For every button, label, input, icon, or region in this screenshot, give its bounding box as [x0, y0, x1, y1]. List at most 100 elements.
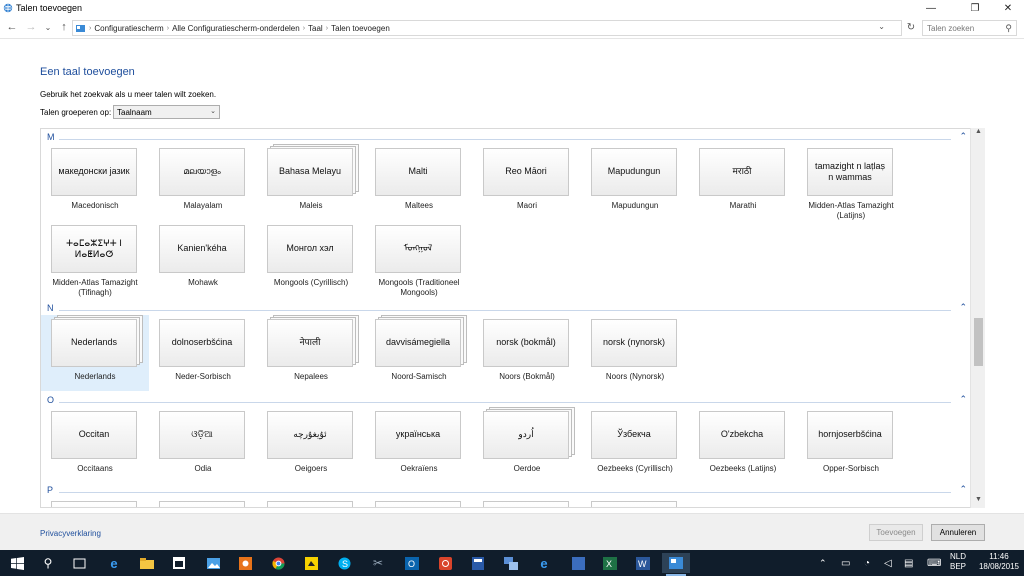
- minimize-button[interactable]: —: [917, 0, 945, 17]
- breadcrumb-language[interactable]: Taal: [305, 24, 326, 33]
- start-icon[interactable]: [3, 553, 31, 573]
- language-tile[interactable]: tamazight n laṭlaṣ n wammas Midden-Atlas …: [797, 144, 905, 220]
- scroll-thumb[interactable]: [974, 318, 983, 366]
- collapse-arrow-icon[interactable]: ⌃: [959, 302, 967, 313]
- language-tile[interactable]: O'zbekcha Oezbeeks (Latijns): [689, 407, 797, 483]
- breadcrumb-add-languages[interactable]: Talen toevoegen: [328, 24, 393, 33]
- language-name: Mongools (Traditioneel Mongools): [378, 278, 460, 297]
- address-dropdown-icon[interactable]: ⌄: [878, 22, 885, 31]
- language-tile[interactable]: ᠮᠣᠩᠭᠣᠯ Mongools (Traditioneel Mongools): [365, 221, 473, 297]
- word-icon[interactable]: W: [629, 553, 657, 573]
- excel-icon[interactable]: X: [596, 553, 624, 573]
- action-center-icon[interactable]: ▤: [904, 550, 913, 576]
- title-bar: Talen toevoegen — ❐ ✕: [0, 0, 1024, 17]
- recent-locations-button[interactable]: ⌄: [41, 20, 55, 34]
- cancel-button[interactable]: Annuleren: [931, 524, 985, 541]
- clock[interactable]: 11:46 18/08/2015: [976, 552, 1022, 572]
- language-tile[interactable]: ⵜⴰⵎⴰⵣⵉⵖⵜ ⵏ ⵍⴰⵟⵍⴰⵚ Midden-Atlas Tamazight …: [41, 221, 149, 297]
- collapse-arrow-icon[interactable]: ⌃: [959, 484, 967, 495]
- language-tile[interactable]: Kanien'kéha Mohawk: [149, 221, 257, 297]
- show-hidden-icons-icon[interactable]: ⌃: [819, 550, 827, 576]
- language-name: Maltees: [404, 201, 433, 210]
- scroll-up-arrow-icon[interactable]: ▲: [971, 128, 986, 140]
- device-icon[interactable]: ▭: [841, 550, 850, 576]
- internet-explorer-icon[interactable]: e: [530, 553, 558, 573]
- language-tile[interactable]: नेपाली Nepalees: [257, 315, 365, 391]
- language-tile[interactable]: Bahasa Melayu Maleis: [257, 144, 365, 220]
- collapse-arrow-icon[interactable]: ⌃: [959, 131, 967, 142]
- collapse-arrow-icon[interactable]: ⌃: [959, 394, 967, 405]
- app-yellow-icon[interactable]: [297, 553, 325, 573]
- photos-icon[interactable]: [199, 553, 227, 573]
- app-blue-icon[interactable]: [564, 553, 592, 573]
- forward-button[interactable]: →: [24, 20, 38, 34]
- volume-icon[interactable]: ◁: [884, 550, 892, 576]
- network-app-icon[interactable]: [497, 553, 525, 573]
- control-panel-taskbar-icon[interactable]: [662, 553, 690, 576]
- language-tile[interactable]: മലയാളം Malayalam: [149, 144, 257, 220]
- language-tile[interactable]: Reo Māori Maori: [473, 144, 581, 220]
- app-red-icon[interactable]: [431, 553, 459, 573]
- language-tile[interactable]: اُردو Oerdoe: [473, 407, 581, 483]
- keyboard-icon[interactable]: ⌨: [927, 550, 941, 576]
- input-language-code: NLD: [949, 552, 966, 561]
- language-tile-partial[interactable]: [473, 497, 581, 507]
- breadcrumb-control-panel[interactable]: Configuratiescherm: [91, 24, 166, 33]
- language-tile-box: [483, 501, 569, 507]
- language-tile[interactable]: Malti Maltees: [365, 144, 473, 220]
- language-tile[interactable]: ئۇيغۇرچە Oeigoers: [257, 407, 365, 483]
- store-icon[interactable]: [165, 553, 193, 573]
- language-tile-partial[interactable]: [149, 497, 257, 507]
- language-tile-partial[interactable]: [581, 497, 689, 507]
- calculator-icon[interactable]: [464, 553, 492, 573]
- language-tile[interactable]: dolnoserbšćina Neder-Sorbisch: [149, 315, 257, 391]
- file-explorer-icon[interactable]: [133, 553, 161, 573]
- language-tile[interactable]: norsk (nynorsk) Noors (Nynorsk): [581, 315, 689, 391]
- language-tile[interactable]: davvisámegiella Noord-Samisch: [365, 315, 473, 391]
- maximize-button[interactable]: ❐: [961, 0, 989, 17]
- network-icon[interactable]: ◔: [864, 550, 870, 576]
- refresh-button[interactable]: ↻: [904, 20, 918, 34]
- language-tile[interactable]: Mapudungun Mapudungun: [581, 144, 689, 220]
- edge-icon[interactable]: e: [100, 553, 128, 573]
- language-tile-partial[interactable]: [365, 497, 473, 507]
- language-native-name: українська: [375, 411, 461, 459]
- language-tile[interactable]: македонски јазик Macedonisch: [41, 144, 149, 220]
- search-placeholder: Talen zoeken: [927, 24, 975, 33]
- scroll-down-arrow-icon[interactable]: ▼: [971, 496, 986, 508]
- up-button[interactable]: ↑: [57, 20, 71, 34]
- search-icon[interactable]: ⚲: [34, 553, 62, 573]
- language-tile[interactable]: Ўзбекча Oezbeeks (Cyrillisch): [581, 407, 689, 483]
- task-view-icon[interactable]: [65, 553, 93, 573]
- skype-icon[interactable]: S: [330, 553, 358, 573]
- language-tile[interactable]: मराठी Marathi: [689, 144, 797, 220]
- add-button[interactable]: Toevoegen: [869, 524, 923, 541]
- outlook-icon[interactable]: O: [398, 553, 426, 573]
- language-tile-partial[interactable]: [41, 497, 149, 507]
- input-language[interactable]: NLD BEP: [947, 552, 969, 572]
- language-native-name: Kanien'kéha: [159, 225, 245, 273]
- vertical-scrollbar[interactable]: ▲ ▼: [970, 128, 985, 508]
- app-orange-icon[interactable]: [231, 553, 259, 573]
- privacy-link[interactable]: Privacyverklaring: [40, 529, 101, 538]
- language-tile[interactable]: hornjoserbšćina Opper-Sorbisch: [797, 407, 905, 483]
- language-tile[interactable]: Occitan Occitaans: [41, 407, 149, 483]
- language-tile[interactable]: norsk (bokmål) Noors (Bokmål): [473, 315, 581, 391]
- language-native-name: ᠮᠣᠩᠭᠣᠯ: [375, 225, 461, 273]
- back-button[interactable]: ←: [5, 20, 19, 34]
- group-by-select[interactable]: Taalnaam ⌄: [113, 105, 220, 119]
- search-icon[interactable]: ⚲: [1005, 23, 1012, 34]
- language-tile[interactable]: українська Oekraïens: [365, 407, 473, 483]
- language-name: Occitaans: [77, 464, 113, 473]
- close-button[interactable]: ✕: [994, 0, 1022, 17]
- language-tile[interactable]: Монгол хэл Mongools (Cyrillisch): [257, 221, 365, 297]
- language-tile[interactable]: Nederlands Nederlands: [41, 315, 149, 391]
- chrome-icon[interactable]: [264, 553, 292, 573]
- search-input[interactable]: Talen zoeken ⚲: [922, 20, 1017, 36]
- breadcrumb-all-items[interactable]: Alle Configuratiescherm-onderdelen: [169, 24, 303, 33]
- language-native-name: O'zbekcha: [699, 411, 785, 459]
- address-field[interactable]: › Configuratiescherm › Alle Configuratie…: [72, 20, 902, 36]
- language-tile[interactable]: ଓଡ଼ିଆ Odia: [149, 407, 257, 483]
- language-tile-partial[interactable]: [257, 497, 365, 507]
- tools-icon[interactable]: ✂: [364, 553, 392, 573]
